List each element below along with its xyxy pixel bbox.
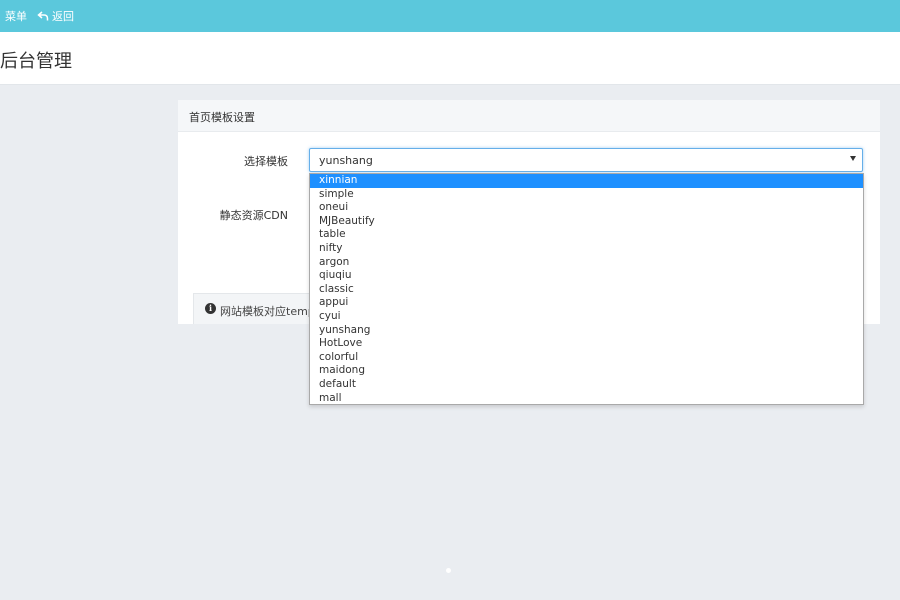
panel-heading-text: 首页模板设置 xyxy=(189,111,255,124)
dropdown-option[interactable]: yunshang xyxy=(310,324,863,338)
page-title: 后台管理 xyxy=(0,51,72,72)
template-dropdown-list[interactable]: xinnian simple oneui MJBeautify table nifty ar… xyxy=(309,173,864,405)
info-tip-text: 网站模板对应templ xyxy=(220,305,313,318)
caret-down-icon xyxy=(850,156,856,161)
dropdown-option[interactable]: qiuqiu xyxy=(310,269,863,283)
top-navbar: 菜单 返回 xyxy=(0,0,900,32)
dropdown-option[interactable]: colorful xyxy=(310,351,863,365)
dropdown-option[interactable]: MJBeautify xyxy=(310,215,863,229)
dropdown-option[interactable]: maidong xyxy=(310,364,863,378)
back-arrow-icon xyxy=(37,11,49,21)
page-indicator-dot xyxy=(446,568,451,573)
cdn-label: 静态资源CDN xyxy=(219,209,288,222)
dropdown-option[interactable]: nifty xyxy=(310,242,863,256)
dropdown-option[interactable]: argon xyxy=(310,256,863,270)
dropdown-option[interactable]: oneui xyxy=(310,201,863,215)
back-link[interactable]: 返回 xyxy=(37,8,74,24)
back-label: 返回 xyxy=(52,10,74,23)
dropdown-option[interactable]: appui xyxy=(310,296,863,310)
dropdown-option[interactable]: simple xyxy=(310,188,863,202)
dropdown-option[interactable]: xinnian xyxy=(310,174,863,188)
info-tip: i 网站模板对应templ xyxy=(193,293,313,324)
dropdown-option[interactable]: table xyxy=(310,228,863,242)
menu-link[interactable]: 菜单 xyxy=(5,8,27,24)
template-select-value: yunshang xyxy=(319,154,373,167)
dropdown-option[interactable]: HotLove xyxy=(310,337,863,351)
dropdown-option[interactable]: cyui xyxy=(310,310,863,324)
template-label: 选择模板 xyxy=(244,155,288,168)
dropdown-option[interactable]: classic xyxy=(310,283,863,297)
dropdown-option[interactable]: mall xyxy=(310,392,863,406)
panel-heading: 首页模板设置 xyxy=(178,100,880,132)
template-select[interactable]: yunshang xyxy=(309,148,863,172)
dropdown-option[interactable]: default xyxy=(310,378,863,392)
info-icon: i xyxy=(205,303,216,314)
page-header: 后台管理 xyxy=(0,32,900,85)
